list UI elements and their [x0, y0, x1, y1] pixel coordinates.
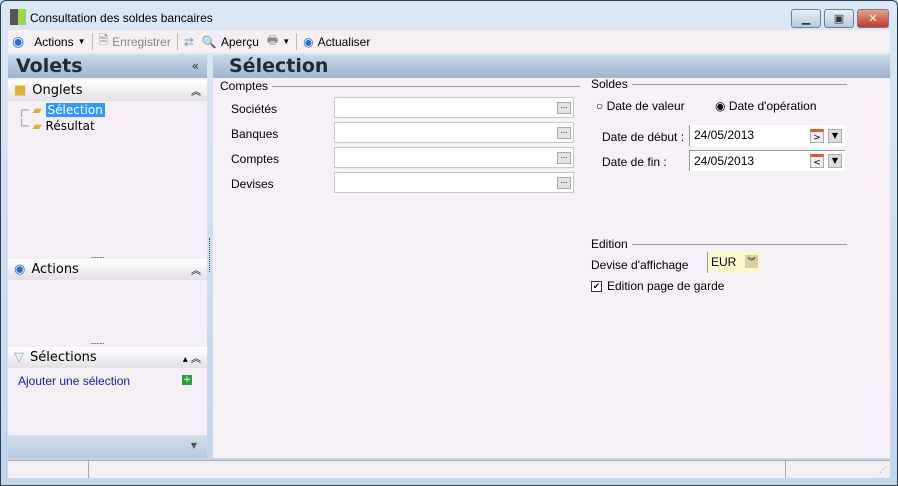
tree-item-result[interactable]: └╴▰ Résultat: [18, 119, 105, 135]
actions-menu[interactable]: ◉ Actions ▼: [8, 33, 90, 50]
preview-button[interactable]: 🔍 Aperçu: [198, 35, 263, 49]
browse-button[interactable]: ...: [557, 152, 571, 164]
refresh-icon: ◉: [303, 34, 314, 49]
page-title: Sélection: [213, 55, 890, 78]
dropdown-icon[interactable]: ▼: [828, 154, 842, 168]
sync-button[interactable]: ⇄: [180, 35, 198, 49]
printer-icon: 🖶: [266, 33, 279, 47]
end-date-label: Date de fin :: [602, 155, 667, 169]
dropdown-icon[interactable]: ▼: [828, 129, 842, 143]
refresh-button[interactable]: ◉ Actualiser: [299, 35, 374, 49]
comptes-group: Comptes: [220, 79, 580, 93]
calendar-prev-icon[interactable]: <: [810, 154, 824, 168]
societes-input[interactable]: ...: [334, 97, 574, 118]
add-selection-link[interactable]: Ajouter une sélection: [18, 374, 130, 388]
chevron-down-icon[interactable]: ▼: [191, 441, 197, 450]
comptes-label: Comptes: [231, 152, 280, 166]
browse-button[interactable]: ...: [557, 102, 571, 114]
radio-date-operation[interactable]: ◉ Date d'opération: [715, 99, 817, 113]
selections-section-header[interactable]: ▽ Sélections ▴ ︽: [8, 347, 207, 368]
folder-icon: ■: [14, 83, 27, 98]
chevron-down-icon[interactable]: ︾: [745, 255, 758, 268]
currency-select[interactable]: EUR ︾: [707, 252, 761, 273]
soldes-group: Soldes: [591, 77, 847, 91]
tree-item-selection[interactable]: ┌╴▰ Sélection: [18, 103, 105, 119]
panel-footer: ▼: [8, 435, 207, 458]
radio-date-valeur[interactable]: ○ Date de valeur: [596, 99, 685, 113]
panel-title: Volets «: [8, 55, 207, 78]
target-icon: ◉: [14, 262, 26, 277]
main-panel: Sélection Comptes Sociétés ... Banques .…: [213, 55, 890, 458]
print-button[interactable]: 🖶 ▼: [263, 31, 294, 52]
collapse-icon[interactable]: ︽: [191, 83, 201, 98]
tree: ┌╴▰ Sélection └╴▰ Résultat: [18, 103, 105, 135]
left-panel: Volets « ■ Onglets ︽ ┌╴▰ Sélection └╴▰ Résu…: [8, 55, 207, 458]
devises-input[interactable]: ...: [334, 172, 574, 193]
status-bar: ⋰: [8, 460, 890, 478]
societes-label: Sociétés: [231, 102, 278, 116]
sync-icon: ⇄: [183, 34, 194, 49]
splitter[interactable]: .........: [90, 337, 105, 346]
save-icon: 🗎: [98, 33, 109, 47]
calendar-next-icon[interactable]: >: [810, 129, 824, 143]
checkbox-icon[interactable]: ✔: [591, 280, 602, 292]
magnifier-icon: 🔍: [201, 34, 217, 49]
resize-grip-icon[interactable]: ⋰: [879, 465, 887, 474]
collapse-icon[interactable]: ︽: [191, 262, 201, 277]
splitter-handle[interactable]: [209, 238, 210, 272]
cover-page-checkbox[interactable]: ✔ Edition page de garde: [591, 279, 724, 293]
tabs-section-header[interactable]: ■ Onglets ︽: [8, 80, 207, 101]
browse-button[interactable]: ...: [557, 177, 571, 189]
target-icon: ◉: [12, 33, 25, 49]
edition-group: Edition: [591, 237, 847, 251]
add-icon[interactable]: +: [182, 375, 192, 385]
save-button[interactable]: 🗎 Enregistrer: [95, 31, 175, 52]
banques-input[interactable]: ...: [334, 122, 574, 143]
devises-label: Devises: [231, 177, 274, 191]
comptes-input[interactable]: ...: [334, 147, 574, 168]
toolbar: ◉ Actions ▼ 🗎 Enregistrer ⇄ 🔍 Aperçu 🖶 ▼ ◉ Act…: [8, 30, 890, 53]
browse-button[interactable]: ...: [557, 127, 571, 139]
collapse-up-icon[interactable]: ▴ ︽: [183, 350, 201, 365]
app-icon: [10, 9, 26, 25]
close-button[interactable]: ✕: [857, 9, 889, 28]
collapse-panel-icon[interactable]: «: [192, 55, 199, 78]
banques-label: Banques: [231, 127, 279, 141]
maximize-button[interactable]: ▣: [824, 9, 854, 28]
filter-icon: ▽: [14, 350, 24, 365]
minimize-button[interactable]: ▁: [791, 9, 821, 28]
window-title: Consultation des soldes bancaires: [30, 11, 213, 25]
start-date-label: Date de début :: [602, 130, 685, 144]
actions-section-header[interactable]: ◉ Actions ︽: [8, 259, 207, 280]
currency-label: Devise d'affichage: [591, 258, 689, 272]
